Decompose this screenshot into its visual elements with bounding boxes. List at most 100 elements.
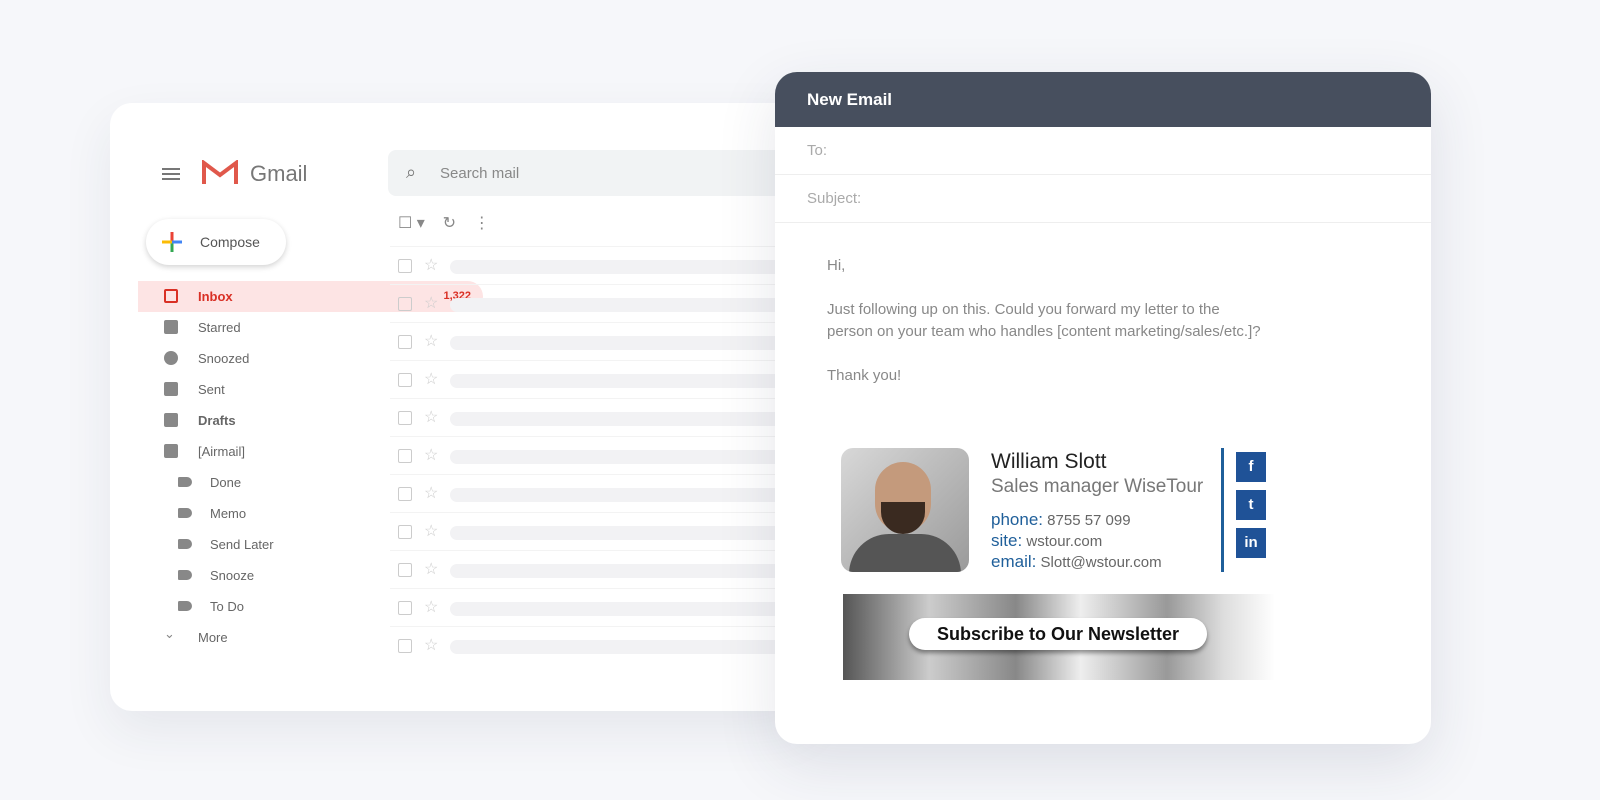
row-checkbox[interactable] [398,411,412,425]
signature-phone: phone: 8755 57 099 [991,510,1131,530]
label: Snoozed [198,351,250,366]
clock-icon [164,351,178,365]
label-icon [178,601,192,611]
label-icon [178,570,192,580]
label-icon [178,477,192,487]
email-placeholder [450,488,810,502]
label: [Airmail] [198,444,245,459]
star-icon[interactable]: ☆ [424,369,438,389]
star-icon[interactable]: ☆ [424,331,438,351]
email-placeholder [450,640,810,654]
label: Send Later [210,537,274,552]
email-row[interactable]: ☆ [390,322,810,360]
search-icon: ⌕ [406,162,417,182]
email-row[interactable]: ☆ [390,512,810,550]
send-icon [164,382,178,396]
star-icon [164,320,178,334]
label-icon [164,444,178,458]
star-icon[interactable]: ☆ [424,407,438,427]
label-icon [178,508,192,518]
label: Drafts [198,413,236,428]
gmail-brand: Gmail [250,161,308,186]
label: Done [210,475,242,490]
email-row[interactable]: ☆ [390,284,810,322]
label: Sent [198,382,225,397]
row-checkbox[interactable] [398,487,412,501]
compose-title: New Email [775,72,1431,127]
signature-email[interactable]: email: Slott@wstour.com [991,552,1162,572]
row-checkbox[interactable] [398,639,412,653]
gmail-logo-icon [202,160,238,184]
chevron-down-icon: ⌄ [164,626,175,641]
newsletter-banner[interactable]: Subscribe to Our Newsletter [843,594,1275,680]
signature-role: Sales manager WiseTour [991,476,1204,497]
label: Snooze [210,568,255,583]
email-placeholder [450,526,810,540]
site-value: wstour.com [1026,533,1103,550]
row-checkbox[interactable] [398,563,412,577]
list-toolbar: ☐ ▾ ↻ ⋮ [398,213,490,233]
email-placeholder [450,260,810,274]
row-checkbox[interactable] [398,259,412,273]
refresh-icon[interactable]: ↻ [443,215,456,232]
draft-icon [164,413,178,427]
body-line: Thank you! [827,367,902,384]
compose-button[interactable]: Compose [146,219,286,265]
email-placeholder [450,564,810,578]
star-icon[interactable]: ☆ [424,483,438,503]
email-placeholder [450,450,810,464]
more-icon[interactable]: ⋮ [474,215,490,232]
row-checkbox[interactable] [398,601,412,615]
phone-value: 8755 57 099 [1047,512,1131,529]
star-icon[interactable]: ☆ [424,255,438,275]
divider [1221,448,1224,572]
linkedin-icon[interactable]: in [1236,528,1266,558]
email-row[interactable]: ☆ [390,588,810,626]
new-email-window: New Email To: Subject: Hi, Just followin… [775,72,1431,744]
compose-label: Compose [200,234,260,250]
email-value: Slott@wstour.com [1040,554,1162,571]
body-line: Just following up on this. Could you for… [827,301,1261,340]
search-placeholder: Search mail [440,165,520,182]
subscribe-button[interactable]: Subscribe to Our Newsletter [909,618,1207,650]
facebook-icon[interactable]: f [1236,452,1266,482]
email-row[interactable]: ☆ [390,398,810,436]
row-checkbox[interactable] [398,297,412,311]
plus-icon [162,232,182,252]
email-row[interactable]: ☆ [390,550,810,588]
email-row[interactable]: ☆ [390,360,810,398]
label-icon [178,539,192,549]
email-placeholder [450,412,810,426]
row-checkbox[interactable] [398,373,412,387]
email-list: ☆ ☆ ☆ ☆ ☆ ☆ ☆ ☆ ☆ ☆ ☆ [390,246,810,664]
row-checkbox[interactable] [398,525,412,539]
email-row[interactable]: ☆ [390,474,810,512]
email-row[interactable]: ☆ [390,246,810,284]
label: More [198,630,228,645]
star-icon[interactable]: ☆ [424,597,438,617]
twitter-icon[interactable]: t [1236,490,1266,520]
star-icon[interactable]: ☆ [424,445,438,465]
star-icon[interactable]: ☆ [424,293,438,313]
site-label: site: [991,531,1023,550]
star-icon[interactable]: ☆ [424,521,438,541]
subject-field[interactable]: Subject: [775,175,1431,223]
label: Inbox [198,289,233,304]
row-checkbox[interactable] [398,449,412,463]
email-label: email: [991,552,1037,571]
star-icon[interactable]: ☆ [424,635,438,655]
email-row[interactable]: ☆ [390,626,810,664]
to-field[interactable]: To: [775,127,1431,175]
star-icon[interactable]: ☆ [424,559,438,579]
menu-icon[interactable] [162,165,180,183]
email-row[interactable]: ☆ [390,436,810,474]
email-body[interactable]: Hi, Just following up on this. Could you… [775,223,1431,441]
email-placeholder [450,298,810,312]
row-checkbox[interactable] [398,335,412,349]
select-all-checkbox[interactable]: ☐ ▾ [398,215,425,232]
email-placeholder [450,374,810,388]
search-input[interactable]: ⌕ Search mail [388,150,818,196]
signature-site[interactable]: site: wstour.com [991,531,1102,551]
body-line: Hi, [827,257,846,274]
gmail-window: Gmail ⌕ Search mail Compose ☐ ▾ ↻ ⋮ Inbo… [110,103,818,711]
